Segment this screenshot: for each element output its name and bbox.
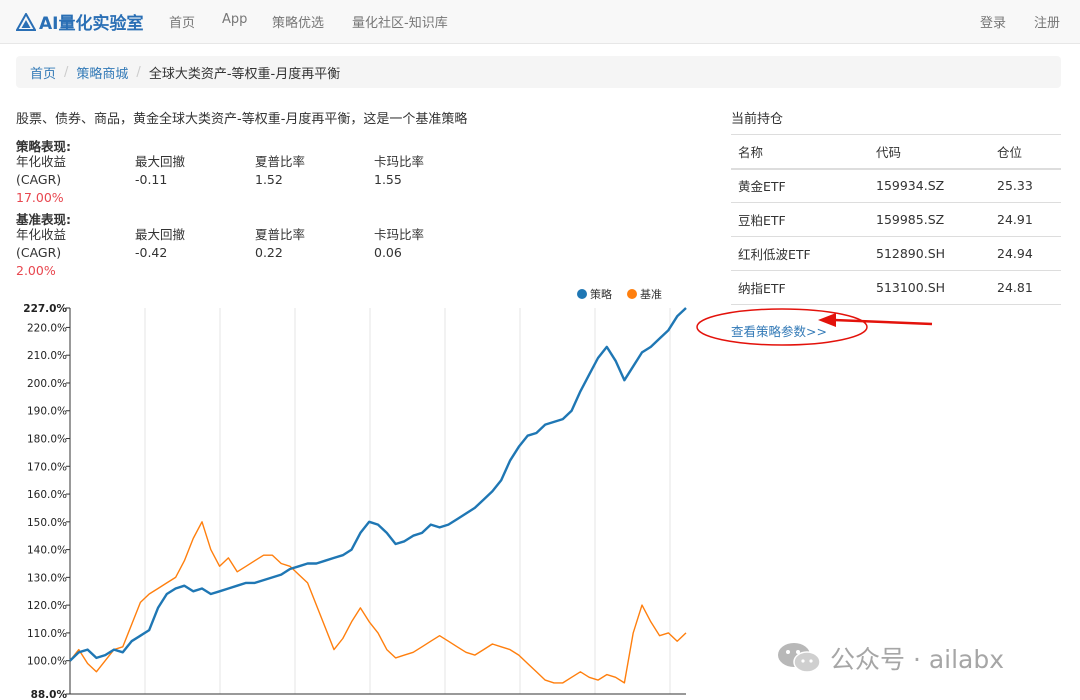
watermark-text: 公众号 · ailabx [830,645,1005,674]
watermark: 公众号 · ailabx [776,640,1004,676]
legend-marker-benchmark [627,289,637,299]
holding-weight: 25.33 [990,168,1061,203]
view-params-link[interactable]: 查看策略参数>> [731,321,827,340]
strategy-sharpe-value: 1.52 [255,172,283,187]
breadcrumb: 首页 / 策略商城 / 全球大类资产-等权重-月度再平衡 [16,56,1061,88]
chart-grid [69,308,671,694]
nav-home[interactable]: 首页 [169,12,195,31]
holdings-header-row: 名称 代码 仓位 [731,134,1061,170]
chart-lines [69,307,687,684]
holding-name: 黄金ETF [731,168,869,203]
series-line-strategy [69,307,687,662]
brand-name: AI量化实验室 [39,14,144,34]
table-row: 黄金ETF 159934.SZ 25.33 [731,168,1061,203]
register-link[interactable]: 注册 [1034,12,1060,31]
nav-app[interactable]: App [222,12,247,27]
y-tick-label: 140.0% [27,545,67,557]
holdings-table: 名称 代码 仓位 黄金ETF 159934.SZ 25.33 豆粕ETF 159… [731,134,1061,305]
breadcrumb-home[interactable]: 首页 [30,63,56,82]
y-tick-label: 220.0% [27,322,67,334]
strategy-calmar: 卡玛比率 1.55 [374,154,425,187]
benchmark-mdd: 最大回撤 -0.42 [135,227,186,260]
legend-label-benchmark: 基准 [640,288,662,301]
holding-code: 159985.SZ [869,202,990,237]
y-axis: 88.0% 100.0% 110.0% 120.0% 130.0% 140.0% 150.0… [23,303,71,700]
breadcrumb-current: 全球大类资产-等权重-月度再平衡 [148,66,341,82]
brand-logo[interactable]: AI量化实验室 [16,9,143,34]
holding-weight: 24.91 [990,202,1061,237]
benchmark-mdd-value: -0.42 [135,245,168,260]
holding-code: 513100.SH [869,270,990,305]
y-tick-label: 227.0% [23,303,67,315]
strategy-mdd-value: -0.11 [135,172,168,187]
table-row: 红利低波ETF 512890.SH 24.94 [731,236,1061,271]
holding-name: 红利低波ETF [731,236,869,271]
y-tick-label: 100.0% [27,656,67,668]
strategy-mdd: 最大回撤 -0.11 [135,154,186,187]
strategy-cagr-value: 17.00% [16,190,64,205]
holding-name: 豆粕ETF [731,202,869,237]
y-tick-label: 210.0% [27,350,67,362]
holdings-header-code: 代码 [869,134,990,170]
holdings-header-weight: 仓位 [990,134,1061,170]
y-tick-label: 160.0% [27,489,67,501]
navbar: AI量化实验室 首页 App 策略优选 量化社区-知识库 登录 注册 [0,0,1080,44]
benchmark-sharpe: 夏普比率 0.22 [255,227,306,260]
holding-weight: 24.81 [990,270,1061,305]
legend-marker-strategy [577,289,587,299]
y-tick-label: 130.0% [27,572,67,584]
holdings-title: 当前持仓 [731,112,784,127]
nav-community[interactable]: 量化社区-知识库 [352,12,448,31]
triangle-logo-icon [16,12,36,31]
table-row: 豆粕ETF 159985.SZ 24.91 [731,202,1061,237]
y-tick-label: 180.0% [27,434,67,446]
login-link[interactable]: 登录 [980,12,1006,31]
strategy-calmar-value: 1.55 [374,172,402,187]
benchmark-sharpe-value: 0.22 [255,245,283,260]
y-tick-label: 150.0% [27,517,67,529]
y-tick-label: 190.0% [27,406,67,418]
annotation-arrow-line [833,318,933,326]
y-tick-label: 120.0% [27,600,67,612]
y-tick-label: 88.0% [31,689,68,700]
strategy-sharpe: 夏普比率 1.52 [255,154,306,187]
strategy-cagr-label: 年化收益 (CAGR) 17.00% [16,154,67,205]
table-row: 纳指ETF 513100.SH 24.81 [731,270,1061,305]
benchmark-cagr-label: 年化收益 (CAGR) 2.00% [16,227,67,278]
y-tick-label: 110.0% [27,628,67,640]
breadcrumb-store[interactable]: 策略商城 [76,63,128,82]
nav-strategy-picks[interactable]: 策略优选 [272,12,324,31]
breadcrumb-separator: / [136,64,141,80]
chart-legend: 策略 基准 [577,287,662,301]
holding-code: 159934.SZ [869,168,990,203]
benchmark-calmar: 卡玛比率 0.06 [374,227,425,260]
performance-chart: 88.0% 100.0% 110.0% 120.0% 130.0% 140.0% 150.0… [23,287,687,700]
breadcrumb-separator: / [64,64,69,80]
y-tick-label: 200.0% [27,378,67,390]
holdings-header-name: 名称 [731,134,869,170]
benchmark-calmar-value: 0.06 [374,245,402,260]
y-tick-label: 170.0% [27,461,67,473]
benchmark-cagr-value: 2.00% [16,263,56,278]
holding-weight: 24.94 [990,236,1061,271]
holding-name: 纳指ETF [731,270,869,305]
strategy-description: 股票、债券、商品，黄金全球大类资产-等权重-月度再平衡，这是一个基准策略 [16,112,468,127]
holding-code: 512890.SH [869,236,990,271]
legend-label-strategy: 策略 [590,287,612,301]
wechat-icon [778,643,821,673]
